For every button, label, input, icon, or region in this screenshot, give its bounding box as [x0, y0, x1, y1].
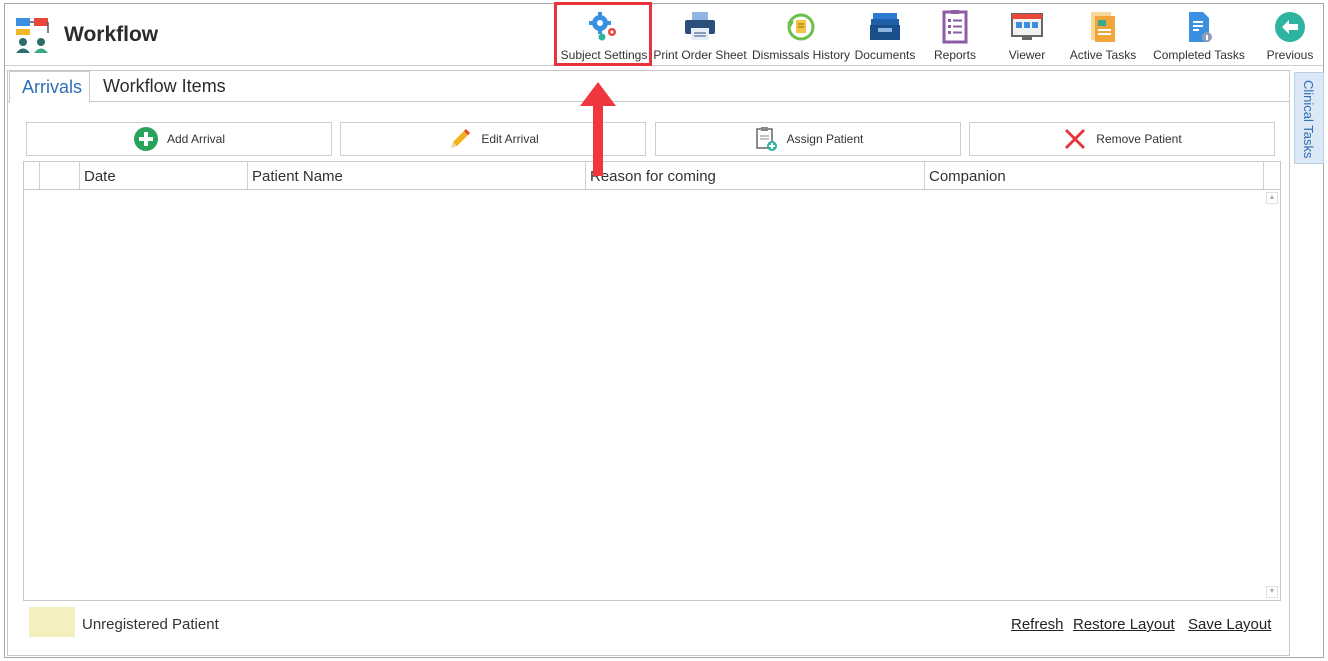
restore-layout-link[interactable]: Restore Layout — [1073, 616, 1175, 633]
plus-circle-icon — [133, 127, 158, 151]
toolbar-label: Completed Tasks — [1153, 48, 1245, 62]
annotation-arrow-icon — [580, 82, 616, 176]
toolbar-label: Documents — [854, 48, 916, 62]
toolbar-label: Previous — [1266, 48, 1314, 62]
inbox-icon — [870, 13, 900, 40]
active-tasks-icon — [1091, 12, 1115, 42]
clinical-tasks-tab[interactable]: Clinical Tasks — [1294, 72, 1324, 164]
arrivals-grid: Date Patient Name Reason for coming Comp… — [23, 161, 1281, 601]
documents-button[interactable]: Documents — [853, 6, 917, 64]
viewer-button[interactable]: Viewer — [999, 6, 1055, 64]
column-date[interactable]: Date — [80, 162, 248, 189]
tab-arrivals[interactable]: Arrivals — [9, 71, 90, 103]
active-tasks-button[interactable]: Active Tasks — [1067, 6, 1139, 64]
toolbar-label: Print Order Sheet — [653, 48, 747, 62]
add-arrival-label: Add Arrival — [166, 132, 226, 146]
header: Workflow Subject Settings Print Order Sh… — [5, 2, 1323, 66]
tab-workflow-items[interactable]: Workflow Items — [91, 71, 238, 102]
vertical-scrollbar[interactable]: ▲ ▼ — [1264, 190, 1280, 600]
refresh-link[interactable]: Refresh — [1011, 616, 1064, 633]
column-companion[interactable]: Companion — [925, 162, 1264, 189]
grid-header: Date Patient Name Reason for coming Comp… — [24, 162, 1280, 190]
assign-patient-label: Assign Patient — [786, 132, 864, 146]
pencil-icon — [451, 129, 471, 148]
x-icon — [1065, 129, 1086, 149]
assign-patient-button[interactable]: Assign Patient — [655, 122, 961, 156]
previous-button[interactable]: Previous — [1261, 6, 1319, 64]
column-reason-for-coming[interactable]: Reason for coming — [586, 162, 925, 189]
toolbar-label: Reports — [933, 48, 977, 62]
legend-swatch — [29, 607, 75, 637]
edit-arrival-label: Edit Arrival — [481, 132, 539, 146]
row-indicator-column — [24, 162, 40, 189]
toolbar-label: Viewer — [1008, 48, 1046, 62]
app-title: Workflow — [64, 23, 159, 46]
report-icon — [942, 10, 968, 44]
workflow-window: Workflow Subject Settings Print Order Sh… — [4, 2, 1324, 658]
clipboard-add-icon — [755, 127, 777, 151]
scroll-up-icon[interactable]: ▲ — [1266, 192, 1278, 204]
select-column — [40, 162, 80, 189]
printer-icon — [685, 12, 715, 40]
toolbar-label: Active Tasks — [1069, 48, 1137, 62]
scroll-down-icon[interactable]: ▼ — [1266, 586, 1278, 598]
legend-label: Unregistered Patient — [82, 616, 219, 633]
column-patient-name[interactable]: Patient Name — [248, 162, 586, 189]
highlight-box — [554, 2, 652, 66]
history-icon — [787, 13, 815, 41]
remove-patient-button[interactable]: Remove Patient — [969, 122, 1275, 156]
workflow-app-icon — [16, 18, 49, 53]
remove-patient-label: Remove Patient — [1096, 132, 1182, 146]
clinical-tasks-label: Clinical Tasks — [1301, 80, 1316, 159]
print-order-sheet-button[interactable]: Print Order Sheet — [653, 6, 747, 64]
save-layout-link[interactable]: Save Layout — [1188, 616, 1271, 633]
main-panel: Arrivals Workflow Items Add Arrival Edit… — [7, 70, 1290, 656]
add-arrival-button[interactable]: Add Arrival — [26, 122, 332, 156]
tab-strip: Arrivals Workflow Items — [8, 71, 1289, 103]
reports-button[interactable]: Reports — [927, 6, 983, 64]
toolbar-label: Dismissals History — [751, 48, 850, 62]
completed-tasks-button[interactable]: Completed Tasks — [1151, 6, 1247, 64]
back-arrow-icon — [1275, 12, 1305, 42]
completed-tasks-icon — [1189, 12, 1212, 42]
dismissals-history-button[interactable]: Dismissals History — [751, 6, 851, 64]
viewer-icon — [1011, 13, 1043, 40]
